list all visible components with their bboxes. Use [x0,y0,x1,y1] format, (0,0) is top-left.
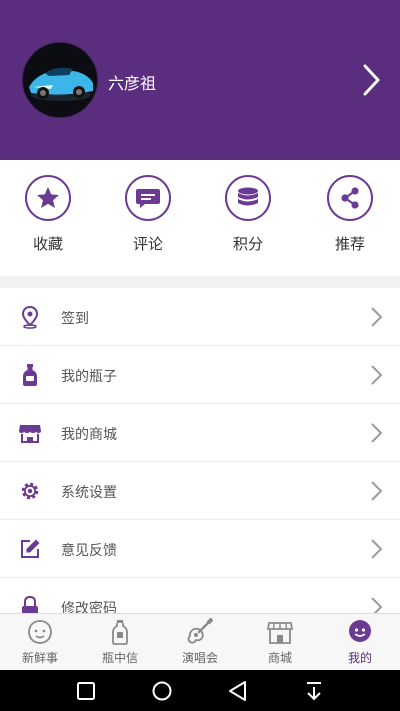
tab-mine[interactable]: 我的 [320,618,400,666]
star-icon [37,187,59,208]
share-icon [341,187,359,209]
chevron-right-icon [371,481,383,501]
username: 六彦祖 [108,74,157,93]
chevron-right-icon [371,365,383,385]
tab-bottle-letter[interactable]: 瓶中信 [80,618,160,666]
recent-apps-icon[interactable] [73,678,99,704]
tab-concert[interactable]: 演唱会 [160,618,240,666]
menu-item-change-password[interactable]: 修改密码 [0,578,400,613]
notification-pull-icon[interactable] [301,678,327,704]
points-icon [238,187,258,206]
tab-label: 演唱会 [181,651,218,665]
chevron-right-icon [371,307,383,327]
quick-action-label: 推荐 [334,235,365,253]
profile-header[interactable]: 六彦祖 [0,0,400,160]
chevron-right-icon[interactable] [356,60,386,100]
store-icon [19,425,41,443]
tab-news[interactable]: 新鲜事 [0,618,80,666]
avatar[interactable] [22,42,98,118]
guitar-icon [187,618,214,644]
menu-item-label: 系统设置 [61,485,117,501]
quick-action-favorites[interactable]: 收藏 [8,175,88,254]
home-icon[interactable] [149,678,175,704]
chevron-right-icon [371,539,383,559]
menu-item-my-store[interactable]: 我的商城 [0,404,400,462]
letter-bottle-icon [112,620,128,645]
comment-icon [136,189,160,208]
menu-item-sign-in[interactable]: 签到 [0,288,400,346]
car-image [23,43,97,117]
menu-item-label: 我的瓶子 [61,369,117,385]
location-pin-icon [21,305,39,329]
tab-label: 我的 [347,651,372,665]
gear-icon [21,482,39,500]
quick-actions: 收藏 评论 积分 推荐 [0,160,400,276]
chevron-right-icon [371,597,383,613]
menu-item-my-bottles[interactable]: 我的瓶子 [0,346,400,404]
edit-icon [21,539,40,558]
menu-item-settings[interactable]: 系统设置 [0,462,400,520]
quick-action-recommend[interactable]: 推荐 [310,175,390,254]
quick-action-comments[interactable]: 评论 [108,175,188,254]
tab-label: 新鲜事 [21,651,58,665]
smiley-icon [28,620,52,644]
section-divider [0,276,400,288]
quick-action-label: 收藏 [32,235,63,253]
quick-action-points[interactable]: 积分 [208,175,288,254]
profile-icon [349,620,371,642]
system-nav-bar [0,670,400,711]
menu-list: 签到 我的瓶子 我的商城 系统设置 意见反馈 修改密码 [0,288,400,613]
bottle-icon [23,364,37,386]
menu-item-label: 签到 [61,311,89,327]
tab-shop[interactable]: 商城 [240,618,320,666]
back-icon[interactable] [225,678,251,704]
shop-icon [266,622,294,644]
chevron-right-icon [371,423,383,443]
bottom-tab-bar: 新鲜事 瓶中信 演唱会 商城 我的 [0,613,400,670]
menu-item-label: 我的商城 [61,427,117,443]
tab-label: 瓶中信 [101,651,138,665]
menu-item-label: 意见反馈 [61,543,117,559]
menu-item-label: 修改密码 [61,601,117,613]
tab-label: 商城 [267,651,292,665]
lock-icon [22,595,38,613]
quick-action-label: 评论 [132,235,163,253]
quick-action-label: 积分 [232,235,263,253]
menu-item-feedback[interactable]: 意见反馈 [0,520,400,578]
